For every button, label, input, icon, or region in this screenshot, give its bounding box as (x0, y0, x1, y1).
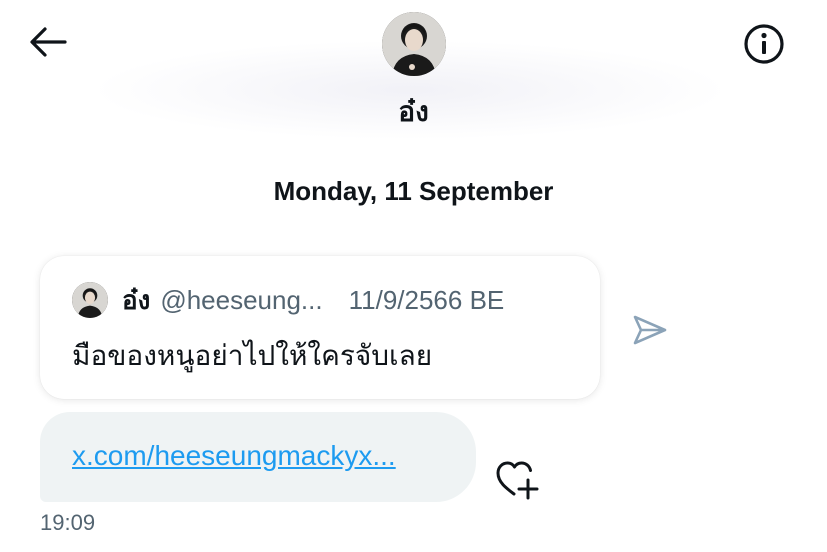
heart-plus-icon (496, 461, 539, 500)
date-divider: Monday, 11 September (273, 176, 554, 206)
message-link[interactable]: x.com/heeseungmackyx... (72, 440, 396, 472)
add-reaction-button[interactable] (494, 458, 540, 500)
quoted-post-header: อ๋ง @heeseung... 11/9/2566 BE (72, 280, 504, 320)
back-button[interactable] (28, 22, 68, 62)
message-timestamp: 19:09 (40, 510, 96, 535)
info-circle-icon (744, 24, 784, 64)
quoted-post-date: 11/9/2566 BE (348, 284, 505, 315)
send-icon (633, 315, 667, 345)
avatar-photo (72, 282, 108, 318)
quoted-post-avatar (72, 282, 108, 318)
contact-name[interactable]: อ๋ง (0, 90, 827, 134)
conversation-header: อ๋ง (0, 0, 827, 150)
avatar-photo (382, 12, 446, 76)
quoted-post-card[interactable]: อ๋ง @heeseung... 11/9/2566 BE มือของหนูอ… (40, 256, 600, 399)
info-button[interactable] (740, 20, 788, 68)
quoted-post-text: มือของหนูอย่าไปให้ใครจับเลย (72, 340, 433, 371)
share-button[interactable] (630, 310, 670, 350)
quoted-post-author-handle: @heeseung... (160, 284, 323, 315)
link-message-bubble: x.com/heeseungmackyx... (40, 412, 476, 502)
contact-avatar[interactable] (382, 12, 446, 76)
quoted-post-author-name: อ๋ง (122, 284, 151, 315)
arrow-left-icon (30, 27, 67, 57)
